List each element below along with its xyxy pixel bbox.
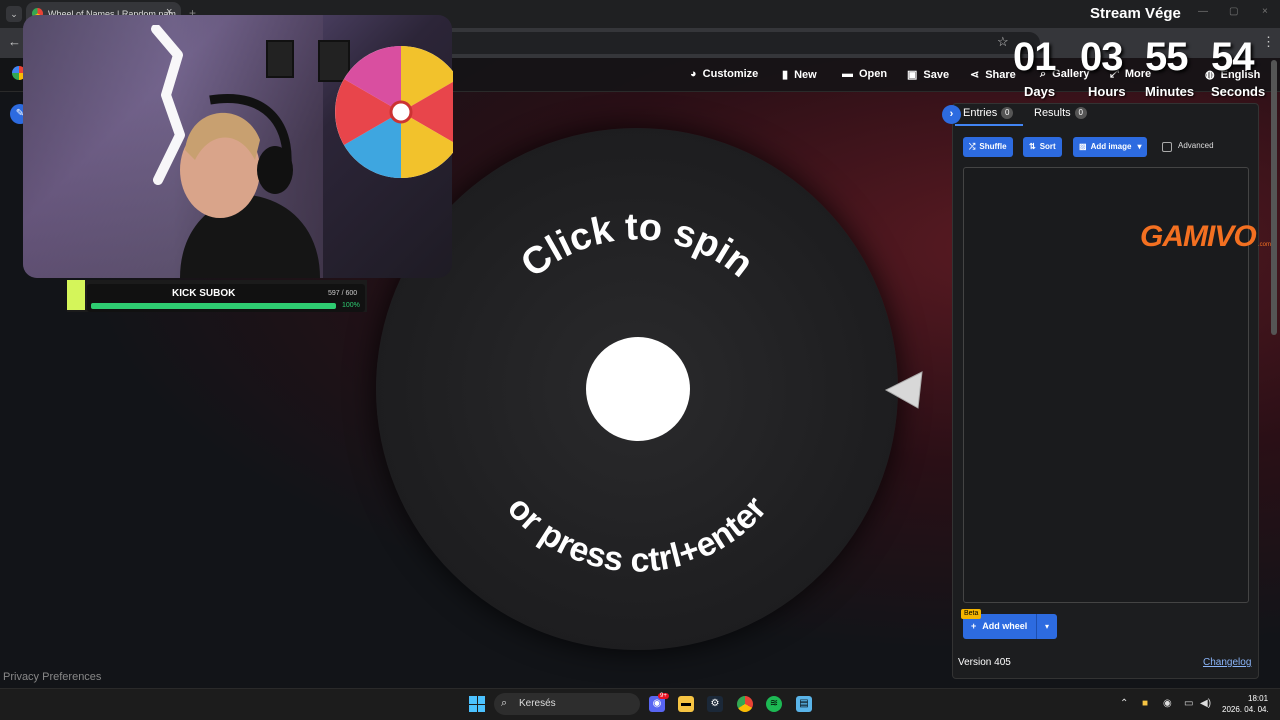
gamivo-logo-suffix: .com [1258, 242, 1272, 248]
share-icon: ⋖ [970, 69, 980, 81]
countdown-minutes-label: Minutes [1145, 84, 1195, 99]
countdown-days-label: Days [1024, 84, 1056, 99]
tray-discord-icon[interactable]: ◉ [1163, 698, 1172, 709]
add-image-button[interactable]: ▨ Add image ▾ [1073, 137, 1148, 157]
file-explorer-icon[interactable]: ▬ [678, 696, 694, 712]
countdown-minutes: 55 [1145, 35, 1188, 79]
privacy-preferences-link[interactable]: Privacy Preferences [3, 671, 101, 683]
sub-goal-title: KICK SUBOK [172, 288, 236, 299]
sub-goal-progress-bar [91, 303, 336, 309]
tray-app-icon[interactable]: ■ [1142, 698, 1148, 709]
sort-icon: ⇅ [1029, 142, 1036, 151]
countdown-days: 01 [1013, 35, 1056, 79]
countdown-seconds-label: Seconds [1211, 84, 1266, 99]
windows-start-icon[interactable] [469, 696, 485, 712]
minimize-button[interactable]: — [1198, 6, 1208, 17]
svg-text:or press ctrl+enter: or press ctrl+enter [500, 489, 774, 580]
folder-icon: ▬ [842, 68, 853, 80]
clock-date[interactable]: 2026. 04. 04. [1222, 705, 1269, 714]
maximize-button[interactable]: ▢ [1229, 6, 1238, 17]
wheel-top-text: Click to spin [514, 206, 761, 286]
advanced-checkbox[interactable] [1162, 142, 1172, 152]
discord-badge: 9+ [658, 693, 669, 699]
page-scrollbar[interactable] [1271, 60, 1277, 335]
window-title: Stream Vége [1090, 5, 1181, 22]
save-icon: ▣ [907, 69, 918, 81]
file-icon: ▮ [782, 69, 789, 81]
share-button[interactable]: ⋖ Share [970, 68, 1016, 81]
wheel-bottom-text: or press ctrl+enter [500, 489, 774, 580]
countdown-hours: 03 [1080, 35, 1123, 79]
clock-time[interactable]: 18:01 [1248, 694, 1268, 703]
add-image-label: Add image [1090, 142, 1132, 151]
shuffle-icon: ⤮ [969, 142, 976, 151]
tab-search-button[interactable]: ⌄ [6, 6, 22, 22]
customize-label: Customize [702, 68, 759, 80]
advanced-label: Advanced [1178, 141, 1214, 150]
sub-goal-percent: 100% [342, 302, 360, 309]
svg-text:Click to spin: Click to spin [514, 206, 761, 286]
chrome-icon[interactable] [737, 696, 753, 712]
results-count-badge: 0 [1074, 107, 1087, 119]
countdown-seconds: 54 [1211, 35, 1254, 79]
spotify-icon[interactable]: ≋ [766, 696, 782, 712]
tab-entries-label: Entries [963, 107, 998, 119]
steam-icon[interactable]: ⚙ [707, 696, 723, 712]
sort-label: Sort [1039, 142, 1056, 151]
tab-results-label: Results [1034, 107, 1071, 119]
bookmark-star-icon[interactable]: ☆ [997, 34, 1009, 50]
wall-poster [266, 40, 294, 78]
tray-overflow-icon[interactable]: ⌃ [1120, 698, 1128, 709]
new-label: New [794, 69, 817, 81]
gamivo-logo: GAMIVO [1140, 220, 1257, 253]
taskbar-search-input[interactable]: Keresés [494, 693, 640, 715]
notepad-icon[interactable]: ▤ [796, 696, 812, 712]
open-label: Open [859, 68, 888, 80]
add-wheel-dropdown-icon[interactable]: ▾ [1036, 614, 1057, 639]
sub-goal-count: 597 / 600 [328, 290, 358, 297]
physical-wheel-decoration [335, 46, 453, 178]
windows-taskbar [0, 688, 1280, 720]
tab-entries[interactable]: Entries 0 [963, 107, 1014, 119]
entries-count-badge: 0 [1001, 107, 1014, 119]
wheel-pointer-icon [884, 371, 923, 409]
countdown-hours-label: Hours [1088, 84, 1126, 99]
active-tab-indicator [955, 124, 1023, 126]
beta-badge: Beta [961, 609, 982, 619]
chevron-down-icon: ▾ [1137, 142, 1142, 151]
wheel-center[interactable] [586, 337, 690, 441]
open-button[interactable]: ▬ Open [842, 68, 887, 80]
plus-icon: + [971, 621, 977, 631]
version-text: Version 405 [958, 657, 1011, 668]
add-wheel-label: Add wheel [982, 621, 1028, 631]
image-icon: ▨ [1079, 142, 1087, 151]
sort-button[interactable]: ⇅ Sort [1023, 137, 1062, 157]
sub-goal-accent [67, 280, 85, 310]
network-icon[interactable]: ▭ [1184, 698, 1193, 709]
tab-results[interactable]: Results 0 [1034, 107, 1087, 119]
close-window-button[interactable]: × [1262, 6, 1268, 17]
save-button[interactable]: ▣ Save [907, 68, 949, 81]
shuffle-button[interactable]: ⤮ Shuffle [963, 137, 1013, 157]
changelog-link[interactable]: Changelog [1203, 657, 1251, 668]
back-button[interactable]: ← [8, 34, 21, 49]
new-button[interactable]: ▮ New [782, 68, 817, 81]
palette-icon: ◕ [690, 68, 697, 80]
customize-button[interactable]: ◕ Customize [690, 68, 758, 80]
browser-menu-icon[interactable]: ⋮ [1262, 34, 1275, 50]
search-icon: ⌕ [501, 697, 508, 709]
share-label: Share [985, 69, 1016, 81]
shuffle-label: Shuffle [979, 142, 1007, 151]
streamer-person [180, 94, 320, 278]
collapse-panel-icon[interactable]: › [942, 105, 961, 124]
save-label: Save [923, 69, 950, 81]
volume-icon[interactable]: ◀) [1200, 698, 1211, 709]
